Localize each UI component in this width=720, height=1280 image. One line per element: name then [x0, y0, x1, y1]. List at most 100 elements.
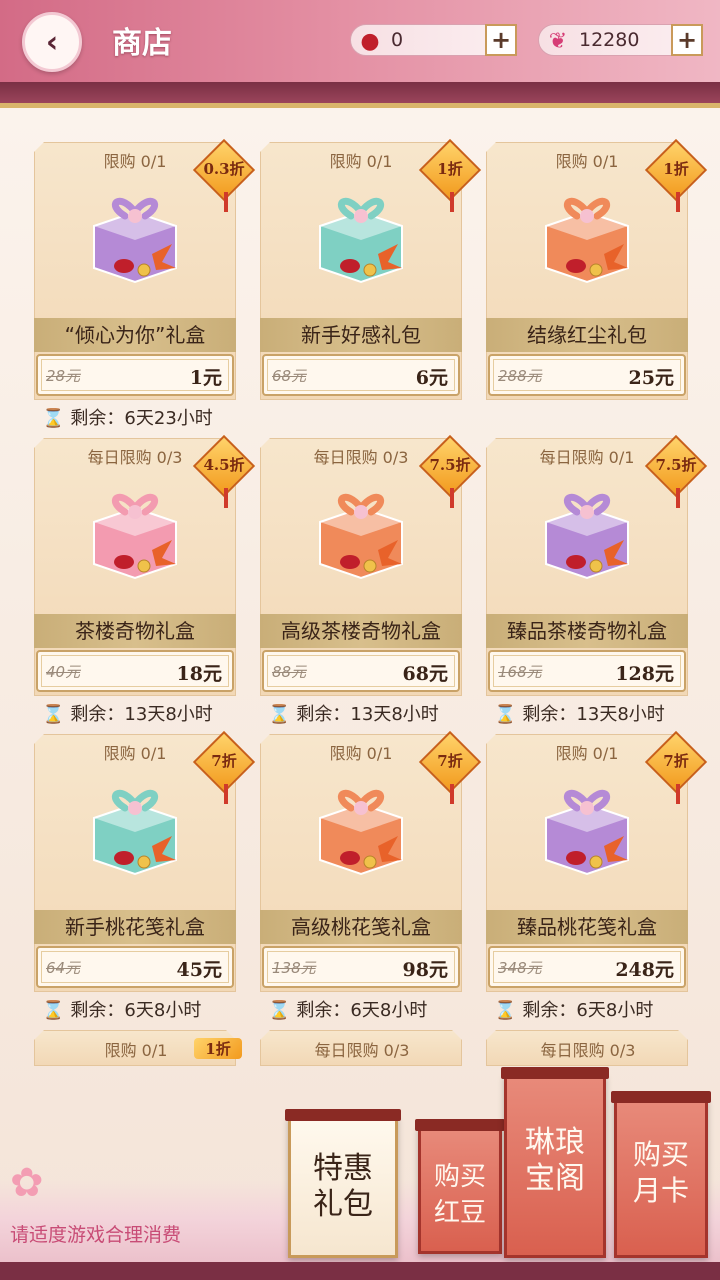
gift-knot: [128, 209, 142, 223]
discount-label: 0.3折: [203, 160, 245, 178]
sale-price: 128元: [615, 663, 674, 685]
back-button[interactable]: ‹: [22, 12, 82, 72]
tab-label: 宝阁: [525, 1161, 585, 1196]
gift-knot: [354, 505, 368, 519]
coin: [137, 559, 151, 573]
add-red-bean-button[interactable]: +: [485, 24, 517, 56]
buy-button[interactable]: 68元 6元: [262, 354, 460, 396]
product-card[interactable]: 限购 0/1 7折 新手桃花笺礼盒 64元 45元 ⌛ 剩余：6天8小时: [34, 730, 256, 1021]
discount-label: 1折: [437, 160, 463, 178]
gift-knot: [354, 801, 368, 815]
original-price: 348元: [498, 959, 542, 977]
tab-label: 特惠: [313, 1151, 373, 1186]
gift-box-icon: [93, 197, 177, 284]
tassel-icon: [224, 192, 228, 212]
add-butterfly-button[interactable]: +: [671, 24, 703, 56]
buy-button[interactable]: 28元 1元: [36, 354, 234, 396]
buy-button[interactable]: 138元 98元: [262, 946, 460, 988]
sale-price: 248元: [615, 959, 674, 981]
red-bean: [340, 555, 360, 569]
buy-button[interactable]: 348元 248元: [488, 946, 686, 988]
product-card[interactable]: 限购 0/1 1折 结缘红尘礼包 288元 25元: [486, 138, 708, 400]
product-card[interactable]: 限购 0/1 1折 新手好感礼包 68元 6元: [260, 138, 482, 400]
tab-label: 琳琅: [525, 1125, 585, 1160]
red-bean: [340, 851, 360, 865]
gift-knot: [354, 209, 368, 223]
product-card[interactable]: 每日限购 0/3 7.5折 高级茶楼奇物礼盒 88元 68元 ⌛ 剩余：13天8小…: [260, 434, 482, 725]
product-card[interactable]: 限购 0/1 7折 高级桃花笺礼盒 138元 98元 ⌛ 剩余：6天8小时: [260, 730, 482, 1021]
remaining-time-text: 剩余：13天8小时: [70, 704, 213, 725]
buy-button[interactable]: 168元 128元: [488, 650, 686, 692]
red-bean-icon: ●: [360, 28, 380, 54]
remaining-time-text: 剩余：6天23小时: [70, 408, 213, 429]
product-name: 新手好感礼包: [260, 318, 462, 352]
tab-buy-monthly-card[interactable]: 购买 月卡: [611, 1091, 711, 1258]
gift-box-icon: [545, 493, 629, 580]
coin: [589, 263, 603, 277]
lantern-cap: [501, 1067, 609, 1079]
hourglass-icon: ⌛: [494, 704, 517, 725]
sakura-flower-icon: ✿: [10, 1160, 44, 1206]
original-price: 168元: [498, 663, 542, 681]
butterfly-currency: ❦ 12280 +: [538, 24, 703, 56]
red-bean: [566, 851, 586, 865]
red-bean: [114, 851, 134, 865]
buy-button[interactable]: 64元 45元: [36, 946, 234, 988]
discount-label: 7折: [663, 752, 689, 770]
tassel-icon: [224, 784, 228, 804]
product-name: 茶楼奇物礼盒: [34, 614, 236, 648]
spending-notice: 请适度游戏合理消费: [10, 1224, 182, 1246]
hourglass-icon: ⌛: [268, 704, 291, 725]
original-price: 28元: [46, 367, 81, 385]
product-card[interactable]: 限购 0/1 7折 臻品桃花笺礼盒 348元 248元 ⌛ 剩余：6天8小时: [486, 730, 708, 1021]
coin: [137, 263, 151, 277]
hourglass-icon: ⌛: [42, 704, 65, 725]
coin: [589, 855, 603, 869]
tab-label: 月卡: [632, 1174, 689, 1207]
product-name: 高级茶楼奇物礼盒: [260, 614, 462, 648]
original-price: 288元: [498, 367, 542, 385]
tassel-icon: [450, 488, 454, 508]
red-bean-currency: ● 0 +: [350, 24, 517, 56]
coin: [137, 855, 151, 869]
remaining-time: ⌛ 剩余：6天23小时: [42, 404, 213, 430]
discount-label: 7.5折: [429, 456, 471, 474]
product-card-partial[interactable]: 每日限购 0/3: [260, 1030, 462, 1066]
red-bean: [114, 555, 134, 569]
tab-special-gift-pack[interactable]: 特惠 礼包: [285, 1109, 401, 1258]
red-bean: [566, 555, 586, 569]
product-card[interactable]: 限购 0/1 0.3折 “倾心为你”礼盒 28元 1元 ⌛ 剩余：6天23小时: [34, 138, 256, 429]
product-card[interactable]: 每日限购 0/1 7.5折 臻品茶楼奇物礼盒 168元 128元 ⌛ 剩余：13天…: [486, 434, 708, 725]
product-name: “倾心为你”礼盒: [34, 318, 236, 352]
remaining-time: ⌛ 剩余：13天8小时: [268, 700, 439, 726]
product-name: 新手桃花笺礼盒: [34, 910, 236, 944]
header-bar: ‹ 商店 ● 0 + ❦ 12280 +: [0, 0, 720, 82]
gift-knot: [128, 505, 142, 519]
product-name: 结缘红尘礼包: [486, 318, 688, 352]
red-bean-amount: 0: [391, 29, 404, 51]
product-card-partial[interactable]: 每日限购 0/3: [486, 1030, 688, 1066]
gift-box-icon: [545, 197, 629, 284]
remaining-time: ⌛ 剩余：6天8小时: [268, 996, 427, 1022]
sale-price: 18元: [176, 663, 222, 685]
original-price: 68元: [272, 367, 307, 385]
tab-label: 购买: [632, 1138, 689, 1171]
original-price: 88元: [272, 663, 307, 681]
product-card[interactable]: 每日限购 0/3 4.5折 茶楼奇物礼盒 40元 18元 ⌛ 剩余：13天8小时: [34, 434, 256, 725]
discount-label: 7.5折: [655, 456, 697, 474]
buy-button[interactable]: 40元 18元: [36, 650, 234, 692]
hourglass-icon: ⌛: [268, 1000, 291, 1021]
tassel-icon: [676, 784, 680, 804]
buy-button[interactable]: 88元 68元: [262, 650, 460, 692]
buy-button[interactable]: 288元 25元: [488, 354, 686, 396]
discount-label: 7折: [437, 752, 463, 770]
product-name: 臻品桃花笺礼盒: [486, 910, 688, 944]
tassel-icon: [224, 488, 228, 508]
sale-price: 25元: [628, 367, 674, 389]
header-band: [0, 82, 720, 108]
remaining-time: ⌛ 剩余：6天8小时: [42, 996, 201, 1022]
tab-treasure-pavilion[interactable]: 琳琅 宝阁: [501, 1067, 609, 1258]
tassel-icon: [676, 488, 680, 508]
sale-price: 1元: [189, 367, 222, 389]
tab-buy-red-beans[interactable]: 购买 红豆: [415, 1119, 505, 1254]
